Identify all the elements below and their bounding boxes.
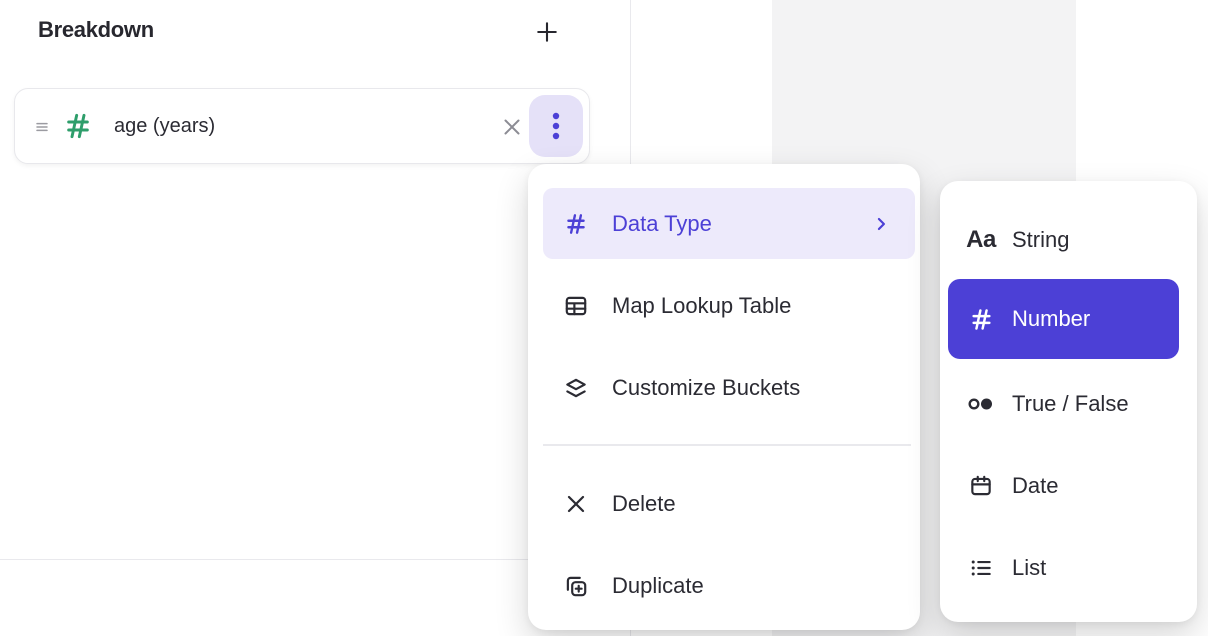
menu-item-map-lookup-table[interactable]: Map Lookup Table: [528, 271, 920, 341]
stack-icon: [563, 375, 589, 401]
menu-item-data-type[interactable]: Data Type: [543, 188, 915, 259]
close-icon: [500, 115, 524, 139]
menu-item-customize-buckets[interactable]: Customize Buckets: [528, 353, 920, 423]
chevron-right-icon: [871, 214, 891, 234]
submenu-item-label: List: [1012, 555, 1046, 581]
drag-handle-icon[interactable]: [32, 117, 52, 137]
submenu-item-string[interactable]: Aa String: [940, 205, 1197, 275]
menu-item-label: Customize Buckets: [612, 375, 800, 401]
field-label: age (years): [114, 89, 215, 163]
aa-icon: Aa: [964, 226, 998, 254]
menu-item-duplicate[interactable]: Duplicate: [528, 551, 920, 621]
submenu-item-label: Date: [1012, 473, 1058, 499]
submenu-item-number[interactable]: Number: [948, 279, 1179, 359]
calendar-icon: [964, 472, 998, 500]
submenu-item-date[interactable]: Date: [940, 451, 1197, 521]
kebab-menu-icon: [543, 109, 569, 143]
menu-item-label: Delete: [612, 491, 676, 517]
add-breakdown-button[interactable]: [530, 15, 564, 49]
menu-item-label: Duplicate: [612, 573, 704, 599]
menu-item-label: Map Lookup Table: [612, 293, 791, 319]
context-menu: Data Type Map Lookup Table Customize Buc…: [528, 164, 920, 630]
submenu-item-label: True / False: [1012, 391, 1129, 417]
menu-separator: [543, 444, 911, 446]
hash-icon: [964, 305, 998, 333]
submenu-item-list[interactable]: List: [940, 533, 1197, 603]
submenu-item-label: String: [1012, 227, 1069, 253]
menu-item-label: Data Type: [612, 211, 712, 237]
duplicate-icon: [563, 573, 589, 599]
data-type-submenu: Aa String Number True / False Date List: [940, 181, 1197, 622]
hash-icon: [62, 110, 94, 142]
true-false-circles-icon: [964, 390, 998, 418]
submenu-item-label: Number: [1012, 306, 1090, 332]
field-options-button[interactable]: [529, 95, 583, 157]
hash-icon: [563, 211, 589, 237]
table-icon: [563, 293, 589, 319]
remove-field-button[interactable]: [496, 111, 528, 143]
submenu-item-true-false[interactable]: True / False: [940, 369, 1197, 439]
menu-item-delete[interactable]: Delete: [528, 469, 920, 539]
page-title: Breakdown: [38, 17, 154, 43]
breakdown-field-card[interactable]: age (years): [14, 88, 590, 164]
x-icon: [563, 491, 589, 517]
list-icon: [964, 554, 998, 582]
plus-icon: [533, 18, 561, 46]
